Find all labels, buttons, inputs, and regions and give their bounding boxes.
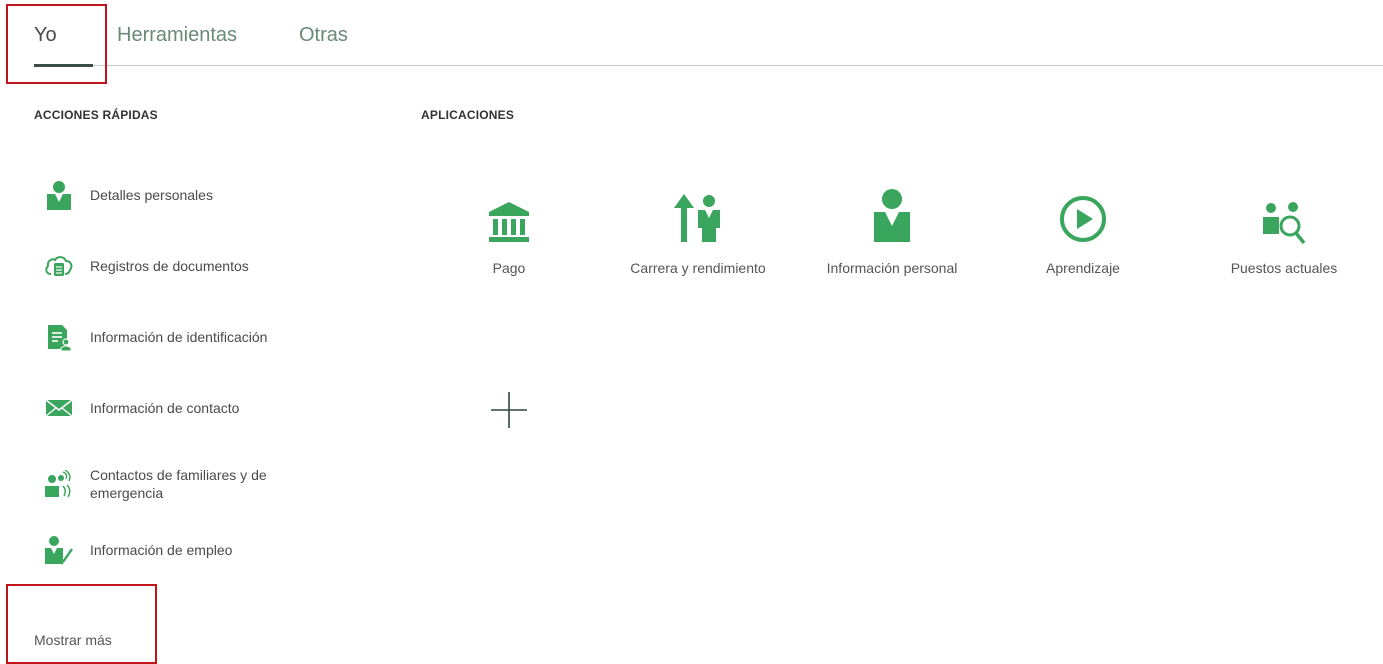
envelope-icon [44,393,74,423]
cloud-document-icon [44,251,74,281]
quick-action-label: Detalles personales [90,187,213,203]
quick-action-label: Información de identificación [90,329,268,345]
quick-action-personal-details[interactable]: Detalles personales [44,175,344,215]
tab-yo[interactable]: Yo [34,24,57,47]
quick-action-document-records[interactable]: Registros de documentos [44,246,344,286]
career-arrow-icon [623,188,773,244]
app-label: Pago [492,260,526,276]
app-label: Carrera y rendimiento [630,260,766,276]
bank-icon [434,188,584,244]
app-puestos-actuales[interactable]: Puestos actuales [1209,188,1359,278]
tab-otras[interactable]: Otras [299,24,348,47]
tab-bar: Yo Herramientas Otras [0,0,1383,68]
id-document-icon [44,322,74,352]
quick-actions-title: ACCIONES RÁPIDAS [34,108,158,122]
app-aprendizaje[interactable]: Aprendizaje [1008,188,1158,278]
quick-action-label: Información de contacto [90,400,240,416]
quick-action-contact-info[interactable]: Información de contacto [44,388,344,428]
plus-icon[interactable] [489,390,529,430]
person-pencil-icon [44,535,74,565]
app-label: Información personal [826,260,958,276]
family-contacts-icon [44,469,74,499]
play-circle-icon [1008,188,1158,244]
applications-title: APLICACIONES [421,108,515,122]
app-carrera-rendimiento[interactable]: Carrera y rendimiento [623,188,773,278]
app-label: Aprendizaje [1046,260,1120,276]
person-icon [44,180,74,210]
active-tab-indicator [34,64,93,67]
show-more-link[interactable]: Mostrar más [34,632,112,648]
quick-action-identification-info[interactable]: Información de identificación [44,317,344,357]
app-informacion-personal[interactable]: Información personal [817,188,967,278]
quick-action-employment-info[interactable]: Información de empleo [44,530,344,570]
quick-action-label: Registros de documentos [90,258,249,274]
quick-action-label: Información de empleo [90,542,233,558]
app-pago[interactable]: Pago [434,188,584,278]
person-icon [817,188,967,244]
app-label: Puestos actuales [1230,260,1338,276]
people-search-icon [1209,188,1359,244]
tab-divider [34,65,1383,66]
quick-action-family-emergency-contacts[interactable]: Contactos de familiares y de emergencia [44,462,344,506]
highlight-box-show-more [6,584,157,664]
tab-herramientas[interactable]: Herramientas [117,24,237,47]
quick-action-label: Contactos de familiares y de emergencia [90,467,267,501]
